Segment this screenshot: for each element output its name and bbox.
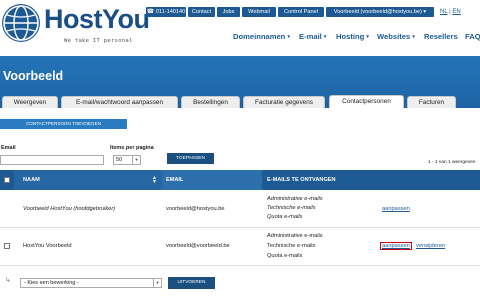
bulk-action-value: - Kies een bewerking -: [24, 280, 79, 286]
phone-button[interactable]: ☎ 011-140140: [146, 7, 186, 17]
apply-filter-button[interactable]: TOEPASSEN: [167, 153, 214, 164]
result-count: 1 - 1 van 1 weergeven: [428, 160, 476, 165]
contact-name: HostYou Voorbeeld: [23, 243, 72, 249]
contact-email: voorbeeld@hostyou.be: [166, 206, 225, 212]
chevron-down-icon: ▾: [323, 34, 327, 40]
language-switch: NL | EN: [440, 7, 461, 17]
chevron-down-icon: ▾: [423, 9, 427, 15]
add-contact-button[interactable]: CONTACTPERSOON TOEVOEGEN: [0, 119, 127, 129]
mail-type: Administrative e-mails: [267, 233, 323, 239]
tab-email-wachtwoord[interactable]: E-mail/wachtwoord aanpassen: [61, 96, 178, 108]
site-header: HostYou We take IT personal ☎ 011-140140…: [0, 0, 480, 52]
chevron-down-icon: ▼: [132, 156, 140, 164]
edit-contact-link[interactable]: aanpassen: [380, 242, 412, 250]
items-per-page-select[interactable]: 50 ▼: [113, 155, 141, 165]
row-checkbox[interactable]: [4, 243, 10, 249]
tab-facturen[interactable]: Facturen: [407, 96, 456, 108]
brand-name[interactable]: HostYou: [44, 5, 150, 33]
phone-icon: ☎: [146, 9, 155, 15]
chevron-down-icon: ▾: [366, 34, 369, 40]
items-per-page-label: Items per pagina: [110, 145, 154, 151]
select-all-checkbox[interactable]: [4, 177, 10, 183]
mail-type: Technische e-mails: [267, 205, 316, 211]
items-per-page-value: 50: [116, 157, 123, 163]
nav-label: Websites: [377, 32, 411, 41]
sort-icon[interactable]: ▲ ▼: [152, 176, 157, 185]
nav-hosting[interactable]: Hosting ▾: [336, 31, 369, 43]
email-filter-label: Email: [1, 145, 16, 151]
account-label: Voorbeeld (voorbeeld@hostyou.be): [333, 9, 422, 15]
delete-contact-link[interactable]: verwijderen: [416, 243, 445, 249]
tab-facturatie[interactable]: Facturatie gegevens: [243, 96, 325, 108]
nav-websites[interactable]: Websites ▾: [377, 31, 415, 43]
mail-type: Quota e-mails: [267, 214, 303, 220]
mail-type: Administrative e-mails: [267, 196, 323, 202]
tab-weergeven[interactable]: Weergeven: [2, 96, 58, 108]
nav-label: Hosting: [336, 32, 365, 41]
table-row: HostYou Voorbeeld voorbeeld@voorbeeld.be…: [0, 228, 480, 266]
main-nav: Domeinnamen ▾ E-mail ▾ Hosting ▾ Website…: [0, 31, 480, 43]
chevron-down-icon: ▼: [153, 279, 161, 287]
run-bulk-action-button[interactable]: UITVOEREN: [168, 277, 215, 289]
mail-type: Technische e-mails: [267, 243, 316, 249]
receives-column-header: E-MAILS TE ONTVANGEN: [267, 177, 336, 183]
control-panel-link[interactable]: Control Panel: [278, 7, 324, 17]
email-column-header[interactable]: EMAIL: [166, 170, 183, 190]
table-header: NAAM ▲ ▼ EMAIL E-MAILS TE ONTVANGEN: [0, 170, 480, 190]
chevron-down-icon: ▾: [287, 34, 290, 40]
bulk-action-select[interactable]: - Kies een bewerking - ▼: [20, 278, 162, 288]
chevron-down-icon: ▾: [412, 34, 415, 40]
webmail-link[interactable]: Webmail: [242, 7, 276, 17]
nav-email[interactable]: E-mail ▾: [299, 31, 326, 43]
lang-en-link[interactable]: EN: [452, 9, 460, 15]
tab-bestellingen[interactable]: Bestellingen: [181, 96, 240, 108]
jobs-link[interactable]: Jobs: [217, 7, 240, 17]
bulk-arrow-icon: ↳: [5, 277, 11, 284]
email-filter-input[interactable]: [0, 155, 104, 165]
table-row: Voorbeeld HostYou (hoofdgebruiker) voorb…: [0, 190, 480, 228]
contact-email: voorbeeld@voorbeeld.be: [166, 243, 230, 249]
nav-domeinnamen[interactable]: Domeinnamen ▾: [233, 31, 290, 43]
contact-name: Voorbeeld HostYou (hoofdgebruiker): [23, 206, 116, 212]
nav-label: Domeinnamen: [233, 32, 286, 41]
tab-contactpersonen[interactable]: Contactpersonen: [329, 95, 404, 109]
page-title: Voorbeeld: [3, 69, 64, 83]
lang-nl-link[interactable]: NL: [440, 9, 447, 15]
name-column-header[interactable]: NAAM: [23, 170, 40, 190]
account-menu[interactable]: Voorbeeld (voorbeeld@hostyou.be) ▾: [326, 7, 434, 17]
lang-separator: |: [449, 9, 451, 15]
contact-link[interactable]: Contact: [188, 7, 215, 17]
mail-type: Quota e-mails: [267, 253, 303, 259]
nav-resellers[interactable]: Resellers: [424, 31, 458, 43]
edit-contact-link[interactable]: aanpassen: [382, 206, 410, 212]
nav-label: E-mail: [299, 32, 322, 41]
phone-number: 011-140140: [155, 9, 186, 15]
nav-faq[interactable]: FAQ: [465, 31, 480, 43]
